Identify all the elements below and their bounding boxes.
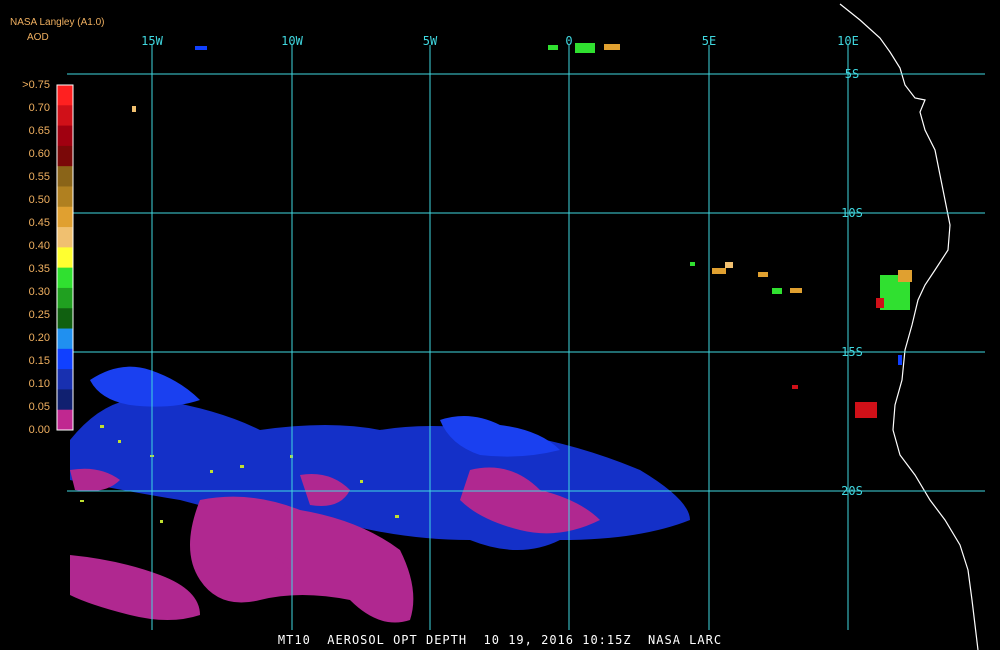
color-scale-swatch [57, 186, 73, 208]
color-scale-bar [56, 84, 74, 431]
product-label: AOD [27, 32, 49, 43]
color-scale-swatch [57, 328, 73, 350]
color-scale-label: 0.60 [28, 148, 50, 160]
color-scale-label: 0.25 [28, 309, 50, 321]
aod-map: 15W 10W 5W 0 5E 10E 5S 10S 15S 20S [0, 0, 1000, 650]
color-scale-label: 0.10 [28, 378, 50, 390]
color-scale-swatch [57, 105, 73, 127]
color-scale-label: 0.40 [28, 240, 50, 252]
color-scale-label: 0.65 [28, 125, 50, 137]
longitude-label: 10E [837, 34, 859, 48]
color-scale-swatch [57, 247, 73, 269]
color-scale-label: >0.75 [22, 79, 50, 91]
color-scale-swatch [57, 389, 73, 411]
longitude-label: 5W [423, 34, 438, 48]
color-scale-swatch [57, 125, 73, 147]
color-scale-label: 0.15 [28, 355, 50, 367]
color-scale-label: 0.30 [28, 286, 50, 298]
color-scale-swatch [57, 166, 73, 187]
color-scale-swatch [57, 145, 73, 167]
color-scale-swatch [57, 348, 73, 370]
color-scale-swatch [57, 409, 73, 431]
longitude-label: 5E [702, 34, 716, 48]
source-label: NASA Langley (A1.0) [10, 17, 105, 28]
color-scale-label: 0.35 [28, 263, 50, 275]
color-scale-swatch [57, 227, 73, 248]
color-scale-swatch [57, 287, 73, 309]
color-scale-label: 0.20 [28, 332, 50, 344]
color-scale-label: 0.45 [28, 217, 50, 229]
color-scale-swatch [57, 308, 73, 330]
color-scale-label: 0.05 [28, 401, 50, 413]
map-caption: MT10 AEROSOL OPT DEPTH 10 19, 2016 10:15… [277, 633, 723, 647]
latitude-label: 15S [841, 345, 863, 359]
color-scale-swatch [57, 85, 73, 106]
color-scale-swatch [57, 206, 73, 228]
longitude-label: 15W [141, 34, 163, 48]
color-scale-label: 0.55 [28, 171, 50, 183]
latitude-label: 20S [841, 484, 863, 498]
color-scale-label: 0.50 [28, 194, 50, 206]
color-scale-swatch [57, 369, 73, 390]
color-scale-label: 0.70 [28, 102, 50, 114]
color-scale-swatch [57, 267, 73, 289]
longitude-label: 10W [281, 34, 303, 48]
latitude-label: 10S [841, 206, 863, 220]
latitude-label: 5S [845, 67, 859, 81]
color-scale-label: 0.00 [28, 424, 50, 436]
longitude-label: 0 [565, 34, 572, 48]
